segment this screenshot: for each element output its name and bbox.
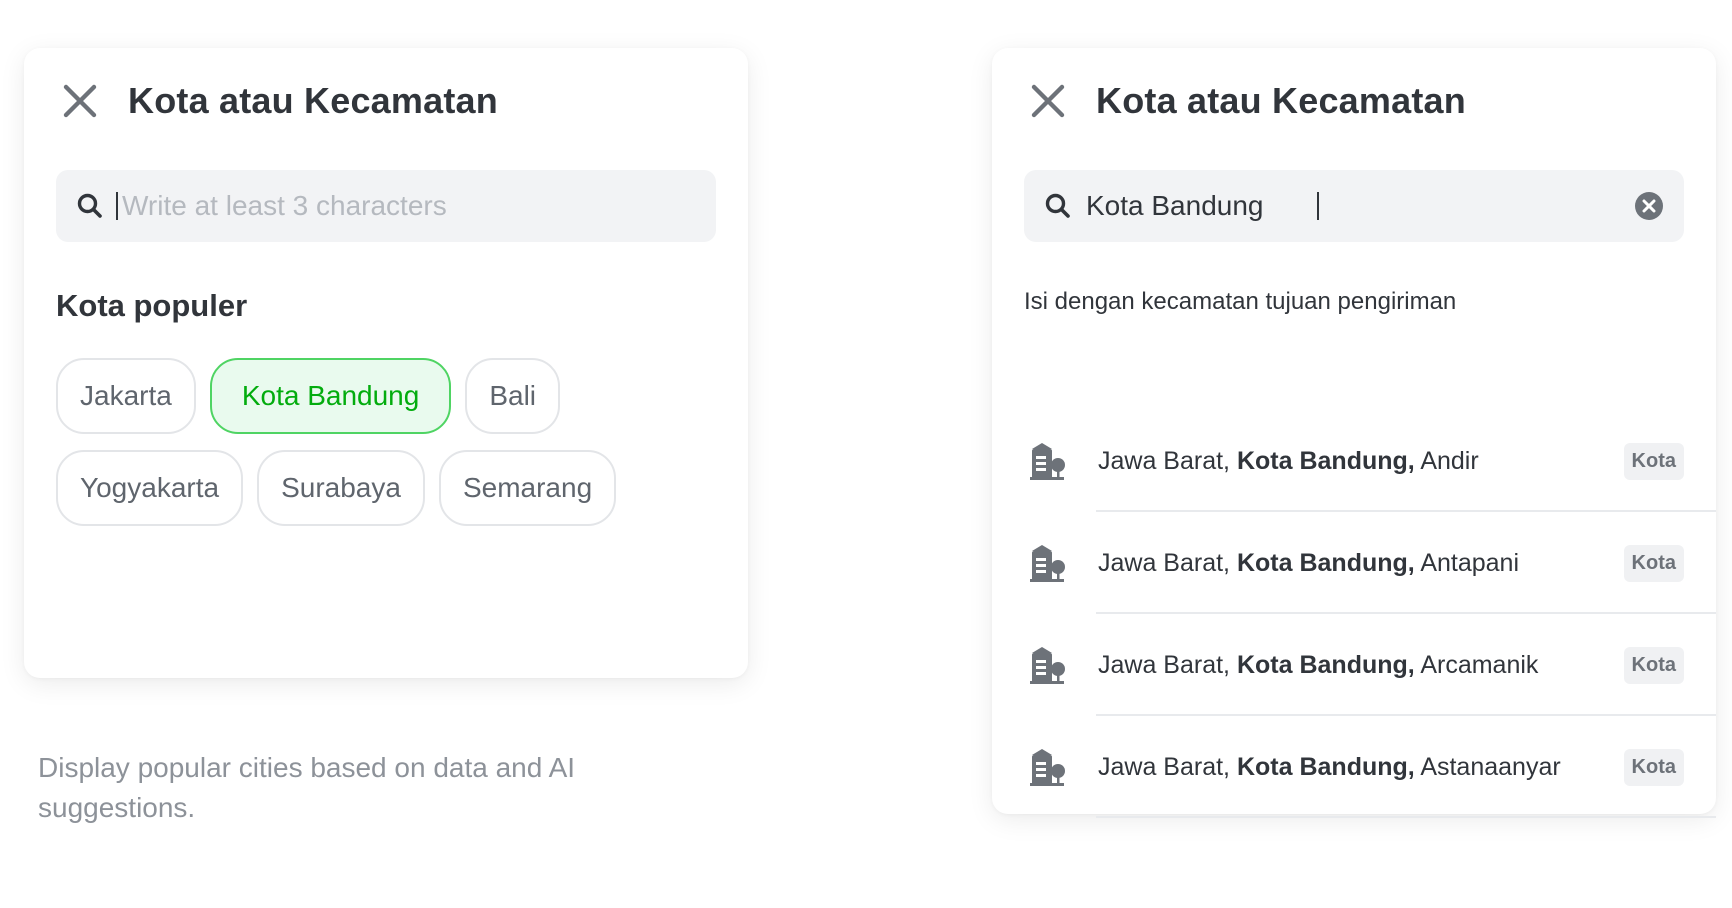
result-label: Jawa Barat, Kota Bandung, Andir [1098,447,1624,476]
result-district: Antapani [1420,548,1520,577]
close-icon [63,84,97,118]
text-cursor [1317,192,1319,220]
search-results-list: Jawa Barat, Kota Bandung, Andir Kota Jaw… [1024,410,1716,818]
text-cursor [116,192,118,220]
result-province: Jawa Barat, [1098,650,1231,679]
chip-semarang[interactable]: Semarang [438,450,617,526]
type-badge: Kota [1623,748,1684,786]
list-item[interactable]: Jawa Barat, Kota Bandung, Andir Kota [1024,410,1716,512]
header: Kota atau Kecamatan [60,78,498,124]
chip-kota-bandung[interactable]: Kota Bandung [209,358,452,434]
chip-yogyakarta[interactable]: Yogyakarta [56,450,244,526]
panel-title: Kota atau Kecamatan [128,80,498,121]
result-province: Jawa Barat, [1098,446,1231,475]
city-building-icon [1030,443,1065,480]
type-badge: Kota [1623,646,1684,684]
type-badge: Kota [1623,544,1684,582]
list-item[interactable]: Jawa Barat, Kota Bandung, Antapani Kota [1024,512,1716,614]
result-province: Jawa Barat, [1098,752,1231,781]
location-picker-popular: Kota atau Kecamatan Kota populer Jakarta… [24,48,748,678]
search-input[interactable] [1086,190,1317,222]
search-field[interactable] [1024,170,1684,242]
list-item[interactable]: Jawa Barat, Kota Bandung, Astanaanyar Ko… [1024,716,1716,818]
caption: Display popular cities based on data and… [38,752,576,823]
clear-circle-icon[interactable] [1634,191,1664,221]
result-district: Astanaanyar [1420,752,1561,781]
result-city: Kota Bandung, [1236,548,1415,577]
close-icon [1031,84,1065,118]
search-icon [1045,193,1070,218]
city-building-icon [1030,647,1065,684]
result-district: Arcamanik [1420,650,1539,679]
popular-city-chips: Jakarta Kota Bandung Bali Yogyakarta Sur… [56,358,716,526]
panel-title: Kota atau Kecamatan [1096,80,1466,121]
header: Kota atau Kecamatan [1028,78,1466,124]
result-label: Jawa Barat, Kota Bandung, Astanaanyar [1098,753,1624,782]
city-building-icon [1030,749,1065,786]
result-district: Andir [1420,446,1479,475]
helper-text: Isi dengan kecamatan tujuan pengiriman [1024,288,1457,315]
close-button[interactable] [60,81,100,121]
location-picker-results: Kota atau Kecamatan Isi dengan kecamatan… [992,48,1716,818]
result-label: Jawa Barat, Kota Bandung, Antapani [1098,549,1624,578]
divider [1096,816,1716,818]
chip-surabaya[interactable]: Surabaya [257,450,425,526]
result-province: Jawa Barat, [1098,548,1231,577]
result-label: Jawa Barat, Kota Bandung, Arcamanik [1098,651,1624,680]
city-building-icon [1030,545,1065,582]
close-button[interactable] [1028,81,1068,121]
screen: Kota atau Kecamatan Kota populer Jakarta… [0,0,1732,908]
type-badge: Kota [1623,442,1684,480]
result-city: Kota Bandung, [1236,752,1415,781]
chip-bali[interactable]: Bali [465,358,561,434]
list-item[interactable]: Jawa Barat, Kota Bandung, Arcamanik Kota [1024,614,1716,716]
chip-jakarta[interactable]: Jakarta [56,358,196,434]
search-icon [77,193,102,218]
result-city: Kota Bandung, [1236,446,1415,475]
search-input[interactable] [122,190,696,222]
search-field[interactable] [56,170,716,242]
section-title: Kota populer [56,288,248,323]
result-city: Kota Bandung, [1236,650,1415,679]
